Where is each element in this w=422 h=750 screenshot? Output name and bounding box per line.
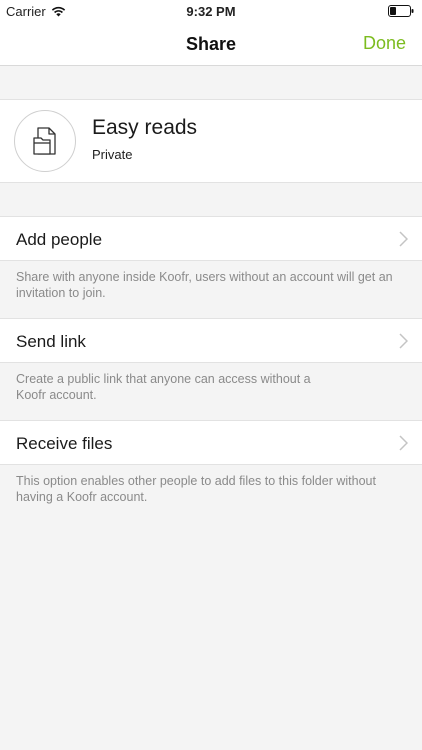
status-time: 9:32 PM	[186, 4, 236, 19]
folder-name: Easy reads	[92, 116, 198, 139]
send-link-row[interactable]: Send link	[0, 318, 422, 363]
folder-privacy-status: Private	[92, 147, 133, 162]
folder-avatar	[14, 110, 76, 172]
folder-file-icon	[33, 127, 56, 155]
receive-files-label: Receive files	[16, 434, 113, 453]
done-button[interactable]: Done	[363, 33, 406, 54]
add-people-label: Add people	[16, 230, 103, 249]
chevron-right-icon	[399, 231, 408, 247]
send-link-label: Send link	[16, 332, 86, 351]
receive-files-description: This option enables other people to add …	[16, 474, 376, 504]
send-link-description: Create a public link that anyone can acc…	[16, 372, 311, 402]
navigation-bar: Share Done	[0, 22, 422, 66]
chevron-right-icon	[399, 435, 408, 451]
folder-card: Easy reads Private	[0, 99, 422, 183]
receive-files-row[interactable]: Receive files	[0, 420, 422, 465]
page-title: Share	[185, 34, 237, 54]
add-people-description: Share with anyone inside Koofr, users wi…	[16, 270, 393, 300]
status-bar: Carrier 9:32 PM	[0, 0, 422, 22]
chevron-right-icon	[399, 333, 408, 349]
battery-icon	[388, 5, 414, 17]
add-people-row[interactable]: Add people	[0, 216, 422, 261]
